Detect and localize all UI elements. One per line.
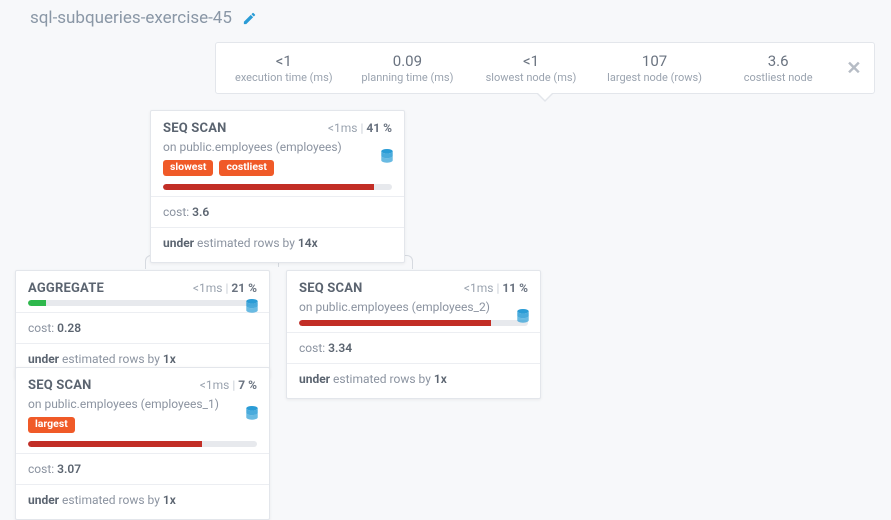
node-metrics: <1ms|41 % [328, 121, 392, 135]
node-estimate: under estimated rows by 14x [163, 234, 392, 252]
node-subtitle: on public.employees (employees) [163, 140, 392, 154]
stat-label: largest node (rows) [593, 71, 717, 85]
badge-largest: largest [28, 417, 75, 433]
close-stats-button[interactable]: ✕ [840, 58, 868, 79]
stats-pointer [536, 93, 554, 103]
database-icon [516, 309, 530, 325]
node-estimate: under estimated rows by 1x [299, 370, 528, 388]
node-bar [163, 184, 392, 190]
node-metrics: <1ms|11 % [464, 281, 528, 295]
node-subtitle: on public.employees (employees_2) [299, 300, 528, 314]
database-icon [245, 299, 259, 315]
node-estimate: under estimated rows by 1x [28, 491, 257, 509]
stat-planning-time: 0.09 planning time (ms) [346, 52, 470, 85]
pencil-icon [242, 11, 257, 26]
plan-node-seq-scan-1[interactable]: SEQ SCAN <1ms|7 % on public.employees (e… [15, 367, 270, 520]
node-estimate: under estimated rows by 1x [28, 350, 257, 368]
node-metrics: <1ms|7 % [200, 378, 257, 392]
stat-execution-time: <1 execution time (ms) [222, 52, 346, 85]
node-cost: cost: 0.28 [28, 319, 257, 337]
node-metrics: <1ms|21 % [193, 281, 257, 295]
node-title: SEQ SCAN [299, 281, 363, 296]
plan-node-aggregate[interactable]: AGGREGATE <1ms|21 % cost: 0.28 under est… [15, 270, 270, 379]
badge-slowest: slowest [163, 160, 213, 176]
node-subtitle: on public.employees (employees_1) [28, 397, 257, 411]
stat-value: 107 [593, 52, 717, 71]
node-cost: cost: 3.07 [28, 460, 257, 478]
node-bar [28, 300, 257, 306]
plan-node-seq-scan-root[interactable]: SEQ SCAN <1ms|41 % on public.employees (… [150, 110, 405, 263]
close-icon: ✕ [846, 58, 861, 79]
database-icon [245, 406, 259, 422]
plan-node-seq-scan-2[interactable]: SEQ SCAN <1ms|11 % on public.employees (… [286, 270, 541, 399]
node-bar [28, 441, 257, 447]
node-cost: cost: 3.6 [163, 203, 392, 221]
stat-slowest-node: <1 slowest node (ms) [469, 52, 593, 85]
stat-label: planning time (ms) [346, 71, 470, 85]
node-title: SEQ SCAN [163, 121, 227, 136]
stat-value: 3.6 [716, 52, 840, 71]
edit-title-button[interactable] [242, 11, 257, 26]
node-badges: largest [28, 417, 257, 433]
plan-stats-panel: <1 execution time (ms) 0.09 planning tim… [215, 42, 875, 94]
node-title: AGGREGATE [28, 281, 104, 296]
stat-value: 0.09 [346, 52, 470, 71]
page-title: sql-subqueries-exercise-45 [30, 8, 232, 28]
stat-label: execution time (ms) [222, 71, 346, 85]
node-cost: cost: 3.34 [299, 339, 528, 357]
stat-largest-node: 107 largest node (rows) [593, 52, 717, 85]
stat-label: slowest node (ms) [469, 71, 593, 85]
stat-value: <1 [469, 52, 593, 71]
stat-value: <1 [222, 52, 346, 71]
database-icon [380, 149, 394, 165]
node-title: SEQ SCAN [28, 378, 92, 393]
badge-costliest: costliest [219, 160, 274, 176]
stat-label: costliest node [716, 71, 840, 85]
stat-costliest-node: 3.6 costliest node [716, 52, 840, 85]
node-bar [299, 320, 528, 326]
node-badges: slowest costliest [163, 160, 392, 176]
